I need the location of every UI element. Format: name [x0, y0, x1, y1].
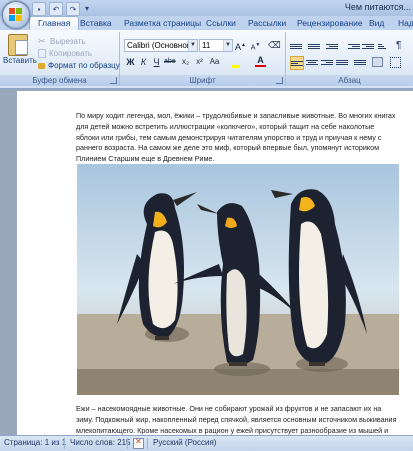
tab-references[interactable]: Ссылки [206, 17, 236, 30]
document-paragraph-2[interactable]: Ежи – насекомоядные животные. Они не соб… [76, 404, 398, 435]
status-separator [127, 438, 128, 449]
penguins-illustration [77, 164, 399, 395]
ribbon: Вставить ✂ Вырезать Копировать Формат по… [0, 30, 413, 89]
strikethrough-button[interactable]: abe [164, 56, 176, 68]
window-title: Чем питаются... [344, 2, 411, 12]
grow-font-button[interactable]: A▲ [235, 39, 246, 52]
superscript-button[interactable]: x² [194, 56, 205, 68]
align-right-icon[interactable] [321, 56, 333, 68]
tab-review[interactable]: Рецензирование [297, 17, 363, 30]
word-count-status[interactable]: Число слов: 215 [70, 438, 130, 447]
shading-icon[interactable] [372, 56, 384, 68]
status-separator [147, 438, 148, 449]
clipboard-launcher-icon[interactable] [110, 77, 117, 84]
chevron-down-icon[interactable]: ▼ [223, 40, 232, 51]
italic-button[interactable]: К [138, 56, 149, 68]
font-name-input[interactable]: Calibri (Основной тек ▼ [124, 39, 198, 52]
numbering-icon[interactable] [308, 40, 320, 52]
office-button[interactable] [2, 1, 30, 29]
borders-icon[interactable] [390, 56, 402, 68]
multilevel-list-icon[interactable] [326, 40, 338, 52]
document-page[interactable]: По миру ходит легенда, мол, ёжики – труд… [17, 91, 413, 435]
save-icon[interactable]: ▪ [32, 2, 46, 16]
line-spacing-icon[interactable] [354, 56, 366, 68]
paste-icon[interactable] [8, 34, 28, 56]
tab-addins[interactable]: Над [398, 17, 413, 30]
subscript-button[interactable]: x₂ [180, 56, 191, 68]
title-bar: ▪ ↶ ↷ ▾ Чем питаются... [0, 0, 413, 16]
ribbon-tabs: Главная Вставка Разметка страницы Ссылки… [0, 16, 413, 31]
page-count-status[interactable]: Страница: 1 из 1 [4, 438, 66, 447]
clear-format-icon[interactable]: ⌫ [268, 39, 281, 51]
clipboard-group-label: Буфер обмена [0, 75, 119, 86]
tab-home[interactable]: Главная [29, 16, 80, 31]
increase-indent-icon[interactable] [362, 40, 374, 52]
paragraph-group-label: Абзац [286, 75, 413, 86]
office-logo-icon [9, 8, 23, 22]
underline-button[interactable]: Ч [151, 56, 162, 68]
font-color-bar [255, 65, 266, 67]
justify-icon[interactable] [336, 56, 348, 68]
font-group-label: Шрифт [120, 75, 285, 86]
cut-button[interactable]: ✂ Вырезать [38, 36, 86, 47]
proofing-icon[interactable]: ✕ [133, 437, 144, 451]
paste-button[interactable]: Вставить [3, 56, 37, 65]
font-launcher-icon[interactable] [276, 77, 283, 84]
change-case-button[interactable]: Aa [209, 56, 220, 68]
scissors-icon: ✂ [38, 36, 46, 46]
tab-insert[interactable]: Вставка [80, 17, 112, 30]
show-marks-icon[interactable]: ¶ [396, 40, 408, 52]
align-center-icon[interactable] [306, 56, 318, 68]
highlight-button[interactable] [230, 56, 241, 68]
shrink-font-button[interactable]: A▼ [250, 39, 261, 51]
redo-icon[interactable]: ↷ [66, 2, 80, 16]
sort-icon[interactable] [378, 40, 390, 52]
undo-icon[interactable]: ↶ [49, 2, 63, 16]
copy-button[interactable]: Копировать [38, 48, 92, 59]
bullets-icon[interactable] [290, 40, 302, 52]
decrease-indent-icon[interactable] [348, 40, 360, 52]
tab-view[interactable]: Вид [369, 17, 384, 30]
status-separator [64, 438, 65, 449]
format-painter-icon [38, 62, 45, 69]
font-size-input[interactable]: 11 ▼ [199, 39, 233, 52]
tab-mailings[interactable]: Рассылки [248, 17, 286, 30]
status-bar: Страница: 1 из 1 Число слов: 215 ✕ Русск… [0, 435, 413, 451]
copy-icon [38, 49, 46, 58]
tab-page-layout[interactable]: Разметка страницы [124, 17, 201, 30]
clipboard-group: Вставить ✂ Вырезать Копировать Формат по… [0, 32, 120, 86]
font-color-icon: A [257, 55, 264, 65]
paragraph-group: ¶ Абзац [286, 32, 413, 86]
font-group: Calibri (Основной тек ▼ 11 ▼ A▲ A▼ ⌫ Ж К Ч… [120, 32, 286, 86]
penguins-image[interactable] [77, 164, 399, 395]
bold-button[interactable]: Ж [125, 56, 136, 68]
customize-qat-icon[interactable]: ▾ [83, 2, 91, 14]
language-status[interactable]: Русский (Россия) [153, 438, 216, 447]
quick-access-toolbar: ▪ ↶ ↷ ▾ [32, 2, 91, 16]
highlighter-icon [231, 65, 240, 68]
document-paragraph-1[interactable]: По миру ходит легенда, мол, ёжики – труд… [76, 111, 398, 165]
font-color-button[interactable]: A [255, 54, 266, 67]
format-painter-button[interactable]: Формат по образцу [38, 60, 120, 71]
chevron-down-icon[interactable]: ▼ [188, 40, 197, 51]
align-left-icon[interactable] [290, 56, 304, 70]
